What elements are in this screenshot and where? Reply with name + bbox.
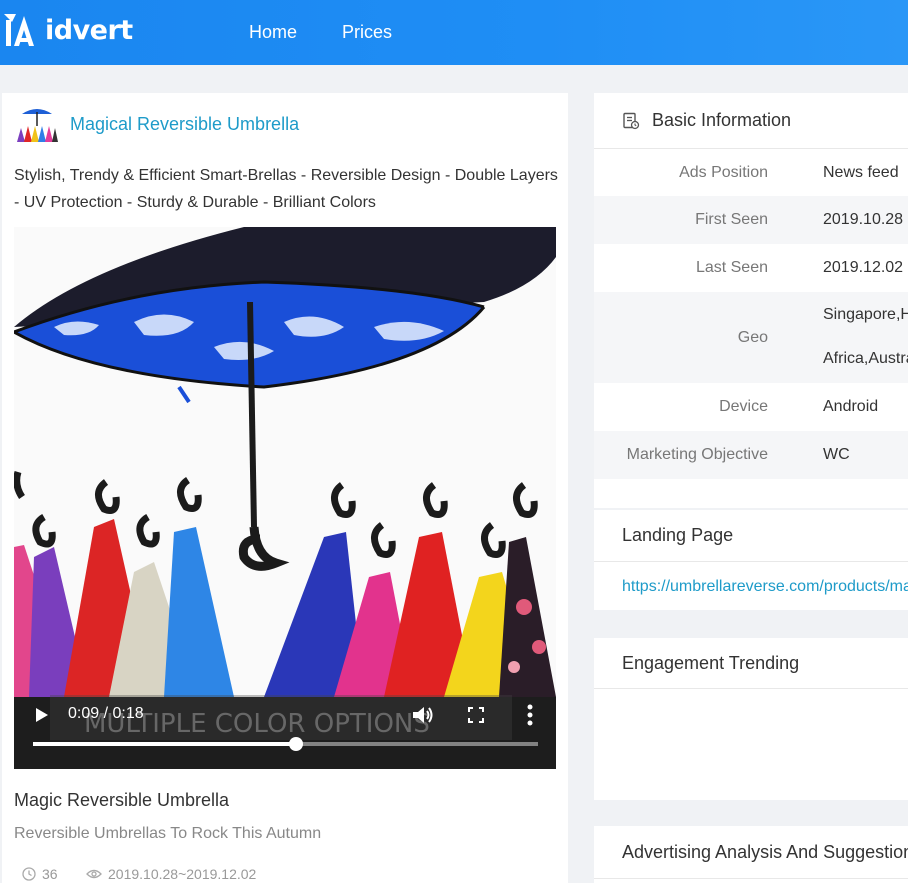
info-row-ads-position: Ads Position News feed bbox=[594, 149, 908, 196]
info-label: First Seen bbox=[695, 211, 768, 228]
logo-text: idvert bbox=[45, 14, 133, 46]
ad-count-value: 36 bbox=[42, 866, 58, 882]
info-label: Ads Position bbox=[679, 163, 768, 181]
ad-subtitle: Reversible Umbrellas To Rock This Autumn bbox=[14, 825, 322, 842]
ad-title: Magic Reversible Umbrella bbox=[14, 790, 230, 810]
ad-count: 36 bbox=[22, 866, 58, 882]
info-label: Last Seen bbox=[695, 259, 768, 276]
info-row-device: Device Android bbox=[594, 383, 908, 431]
video-progress-slider[interactable] bbox=[33, 737, 538, 751]
info-value-line-1: Singapore,H bbox=[823, 306, 908, 323]
info-value: News feed bbox=[823, 163, 899, 181]
info-label: Geo bbox=[737, 328, 768, 346]
landing-page-url-link[interactable]: https://umbrellareverse.com/products/ma bbox=[622, 578, 908, 596]
landing-page-heading: Landing Page bbox=[594, 510, 908, 562]
basic-information-title: Basic Information bbox=[652, 110, 792, 130]
info-value: WC bbox=[823, 446, 850, 463]
fullscreen-icon[interactable] bbox=[467, 706, 485, 724]
info-row-last-seen: Last Seen 2019.12.02 bbox=[594, 244, 908, 292]
ad-date-range-value: 2019.10.28~2019.12.02 bbox=[108, 866, 257, 882]
advertising-analysis-card: Advertising Analysis And Suggestion bbox=[594, 826, 908, 883]
info-value-line-2: Africa,Austra bbox=[823, 350, 908, 367]
ad-date-range: 2019.10.28~2019.12.02 bbox=[86, 866, 256, 882]
info-label: Device bbox=[719, 398, 768, 415]
volume-icon[interactable] bbox=[411, 704, 435, 726]
engagement-trending-card: Engagement Trending bbox=[594, 638, 908, 800]
basic-information-card: Basic Information Ads Position News feed… bbox=[594, 93, 908, 508]
nav-home[interactable]: Home bbox=[249, 0, 297, 65]
info-value: 2019.12.02 bbox=[823, 259, 904, 276]
advertiser-name-link[interactable]: Magical Reversible Umbrella bbox=[70, 114, 299, 135]
advertiser-avatar[interactable] bbox=[14, 104, 60, 146]
ad-video-player[interactable]: MULTIPLE COLOR OPTIONS bbox=[14, 227, 556, 769]
info-row-first-seen: First Seen 2019.10.28 bbox=[594, 196, 908, 244]
basic-information-heading: Basic Information bbox=[594, 93, 908, 149]
info-label: Marketing Objective bbox=[626, 446, 768, 463]
eye-icon bbox=[86, 869, 102, 879]
play-icon[interactable] bbox=[33, 704, 51, 726]
more-options-icon[interactable] bbox=[524, 702, 536, 728]
info-value: 2019.10.28 bbox=[823, 211, 904, 228]
top-navigation-bar: idvert Home Prices bbox=[0, 0, 908, 65]
ad-body-text: Stylish, Trendy & Efficient Smart-Brella… bbox=[14, 167, 558, 211]
info-row-marketing-objective: Marketing Objective WC bbox=[594, 431, 908, 479]
document-info-icon bbox=[623, 112, 640, 129]
site-logo[interactable]: idvert bbox=[4, 8, 133, 52]
video-progress-handle[interactable] bbox=[288, 737, 303, 751]
nav-prices[interactable]: Prices bbox=[342, 0, 392, 65]
info-value: Android bbox=[823, 398, 879, 415]
engagement-trending-heading: Engagement Trending bbox=[594, 638, 908, 689]
video-progress-fill bbox=[33, 742, 296, 746]
video-frame-umbrellas: MULTIPLE COLOR OPTIONS bbox=[14, 227, 556, 769]
advertising-analysis-heading: Advertising Analysis And Suggestion bbox=[594, 826, 908, 879]
video-time: 0:09 / 0:18 bbox=[68, 705, 144, 722]
info-row-geo: Geo Singapore,H Africa,Austra bbox=[594, 292, 908, 383]
landing-page-card: Landing Page https://umbrellareverse.com… bbox=[594, 510, 908, 610]
logo-mark-icon bbox=[4, 10, 44, 50]
clock-icon bbox=[22, 867, 36, 881]
